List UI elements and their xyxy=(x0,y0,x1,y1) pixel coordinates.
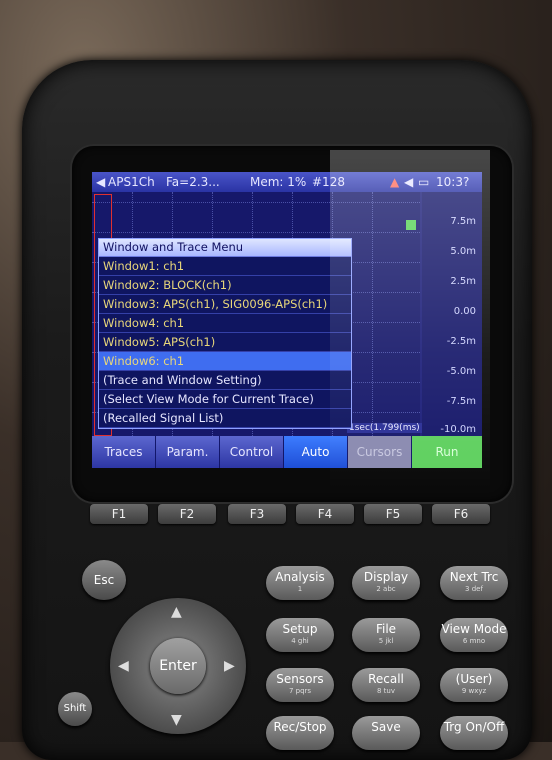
grid-line xyxy=(372,192,374,436)
status-bar: ◀ APS1Ch Fa=2.3... Mem: 1% #128 ▲ ◀ ▭ 10… xyxy=(92,172,482,192)
y-tick-label: 7.5m xyxy=(450,216,476,227)
f1-key[interactable]: F1 xyxy=(90,504,148,524)
y-tick-label: -2.5m xyxy=(446,336,476,347)
enter-button[interactable]: Enter xyxy=(150,638,206,694)
button-sublabel: 2 abc xyxy=(376,585,396,593)
button-sublabel: 5 jkl xyxy=(378,637,394,645)
warning-icon: ▲ xyxy=(390,175,400,189)
analysis-button[interactable]: Analysis 1 xyxy=(266,566,334,600)
arrow-right-icon[interactable]: ▶ xyxy=(224,658,235,674)
menu-item-window2[interactable]: Window2: BLOCK(ch1) xyxy=(99,276,351,295)
button-sublabel: 6 mno xyxy=(462,637,486,645)
y-tick-label: -5.0m xyxy=(446,366,476,377)
y-axis-labels: 7.5m 5.0m 2.5m 0.00 -2.5m -5.0m -7.5m -1… xyxy=(422,192,482,436)
save-button[interactable]: Save xyxy=(352,716,420,750)
f4-key[interactable]: F4 xyxy=(296,504,354,524)
menu-item-trace-window-setting[interactable]: (Trace and Window Setting) xyxy=(99,371,351,390)
next-trace-button[interactable]: Next Trc 3 def xyxy=(440,566,508,600)
y-tick-label: 2.5m xyxy=(450,276,476,287)
arrow-down-icon[interactable]: ▼ xyxy=(171,712,182,728)
shift-button[interactable]: Shift xyxy=(58,692,92,726)
menu-item-window5[interactable]: Window5: APS(ch1) xyxy=(99,333,351,352)
battery-icon: ▭ xyxy=(418,175,430,189)
softkey-param[interactable]: Param. xyxy=(156,436,220,468)
button-label: Next Trc xyxy=(449,570,499,584)
user-button[interactable]: (User) 9 wxyz xyxy=(440,668,508,702)
menu-item-window3[interactable]: Window3: APS(ch1), SIG0096-APS(ch1) xyxy=(99,295,351,314)
menu-item-select-view-mode[interactable]: (Select View Mode for Current Trace) xyxy=(99,390,351,409)
button-label: Rec/Stop xyxy=(273,720,327,734)
button-label: Recall xyxy=(368,672,404,686)
menu-title: Window and Trace Menu xyxy=(99,239,351,257)
menu-item-window1[interactable]: Window1: ch1 xyxy=(99,257,351,276)
y-tick-label: 0.00 xyxy=(453,306,476,317)
softkey-bar: Traces Param. Control Auto Cursors Run xyxy=(92,436,482,468)
button-sublabel: 4 ghi xyxy=(291,637,309,645)
trigger-on-off-button[interactable]: Trg On/Off xyxy=(440,716,508,750)
menu-item-window6[interactable]: Window6: ch1 xyxy=(99,352,351,371)
y-tick-label: -7.5m xyxy=(446,396,476,407)
back-arrow-icon[interactable]: ◀ xyxy=(96,172,105,192)
button-label: Setup xyxy=(282,622,318,636)
grid-line xyxy=(92,202,420,204)
menu-item-window4[interactable]: Window4: ch1 xyxy=(99,314,351,333)
window-trace-menu: Window and Trace Menu Window1: ch1 Windo… xyxy=(98,238,352,429)
button-label: File xyxy=(375,622,397,636)
button-sublabel: 1 xyxy=(297,585,303,593)
button-sublabel: 3 def xyxy=(465,585,483,593)
button-label: Sensors xyxy=(276,672,324,686)
memory-readout: Mem: 1% xyxy=(250,175,307,189)
setup-button[interactable]: Setup 4 ghi xyxy=(266,618,334,652)
recall-button[interactable]: Recall 8 tuv xyxy=(352,668,420,702)
menu-item-recalled-signal-list[interactable]: (Recalled Signal List) xyxy=(99,409,351,428)
file-button[interactable]: File 5 jkl xyxy=(352,618,420,652)
y-tick-label: -10.0m xyxy=(440,424,476,435)
record-index: #128 xyxy=(312,175,345,189)
softkey-control[interactable]: Control xyxy=(220,436,284,468)
button-sublabel: 8 tuv xyxy=(376,687,395,695)
softkey-traces[interactable]: Traces xyxy=(92,436,156,468)
arrow-up-icon[interactable]: ▲ xyxy=(171,604,182,620)
button-sublabel: 9 wxyz xyxy=(461,687,487,695)
display-button[interactable]: Display 2 abc xyxy=(352,566,420,600)
button-label: Display xyxy=(363,570,409,584)
speaker-icon: ◀ xyxy=(404,175,414,189)
analyzer-screen: ◀ APS1Ch Fa=2.3... Mem: 1% #128 ▲ ◀ ▭ 10… xyxy=(92,172,482,468)
button-sublabel: 7 pqrs xyxy=(288,687,312,695)
button-label: Analysis xyxy=(275,570,325,584)
fa-readout: Fa=2.3... xyxy=(166,175,220,189)
app-title: APS1Ch xyxy=(108,175,155,189)
button-label: Trg On/Off xyxy=(443,720,505,734)
button-label: View Mode xyxy=(441,622,507,636)
f3-key[interactable]: F3 xyxy=(228,504,286,524)
softkey-auto[interactable]: Auto xyxy=(284,436,348,468)
softkey-cursors[interactable]: Cursors xyxy=(348,436,412,468)
y-tick-label: 5.0m xyxy=(450,246,476,257)
button-label: (User) xyxy=(455,672,493,686)
esc-button[interactable]: Esc xyxy=(82,560,126,600)
time-readout: 1sec(1.799(ms) xyxy=(347,423,422,433)
sensors-button[interactable]: Sensors 7 pqrs xyxy=(266,668,334,702)
button-label: Save xyxy=(371,720,401,734)
f6-key[interactable]: F6 xyxy=(432,504,490,524)
grid-line xyxy=(92,232,420,234)
clock: 10:3? xyxy=(436,175,470,189)
softkey-run[interactable]: Run xyxy=(412,436,482,468)
f5-key[interactable]: F5 xyxy=(364,504,422,524)
trigger-marker-icon[interactable] xyxy=(406,220,416,230)
view-mode-button[interactable]: View Mode 6 mno xyxy=(440,618,508,652)
rec-stop-button[interactable]: Rec/Stop xyxy=(266,716,334,750)
f2-key[interactable]: F2 xyxy=(158,504,216,524)
arrow-left-icon[interactable]: ◀ xyxy=(118,658,129,674)
